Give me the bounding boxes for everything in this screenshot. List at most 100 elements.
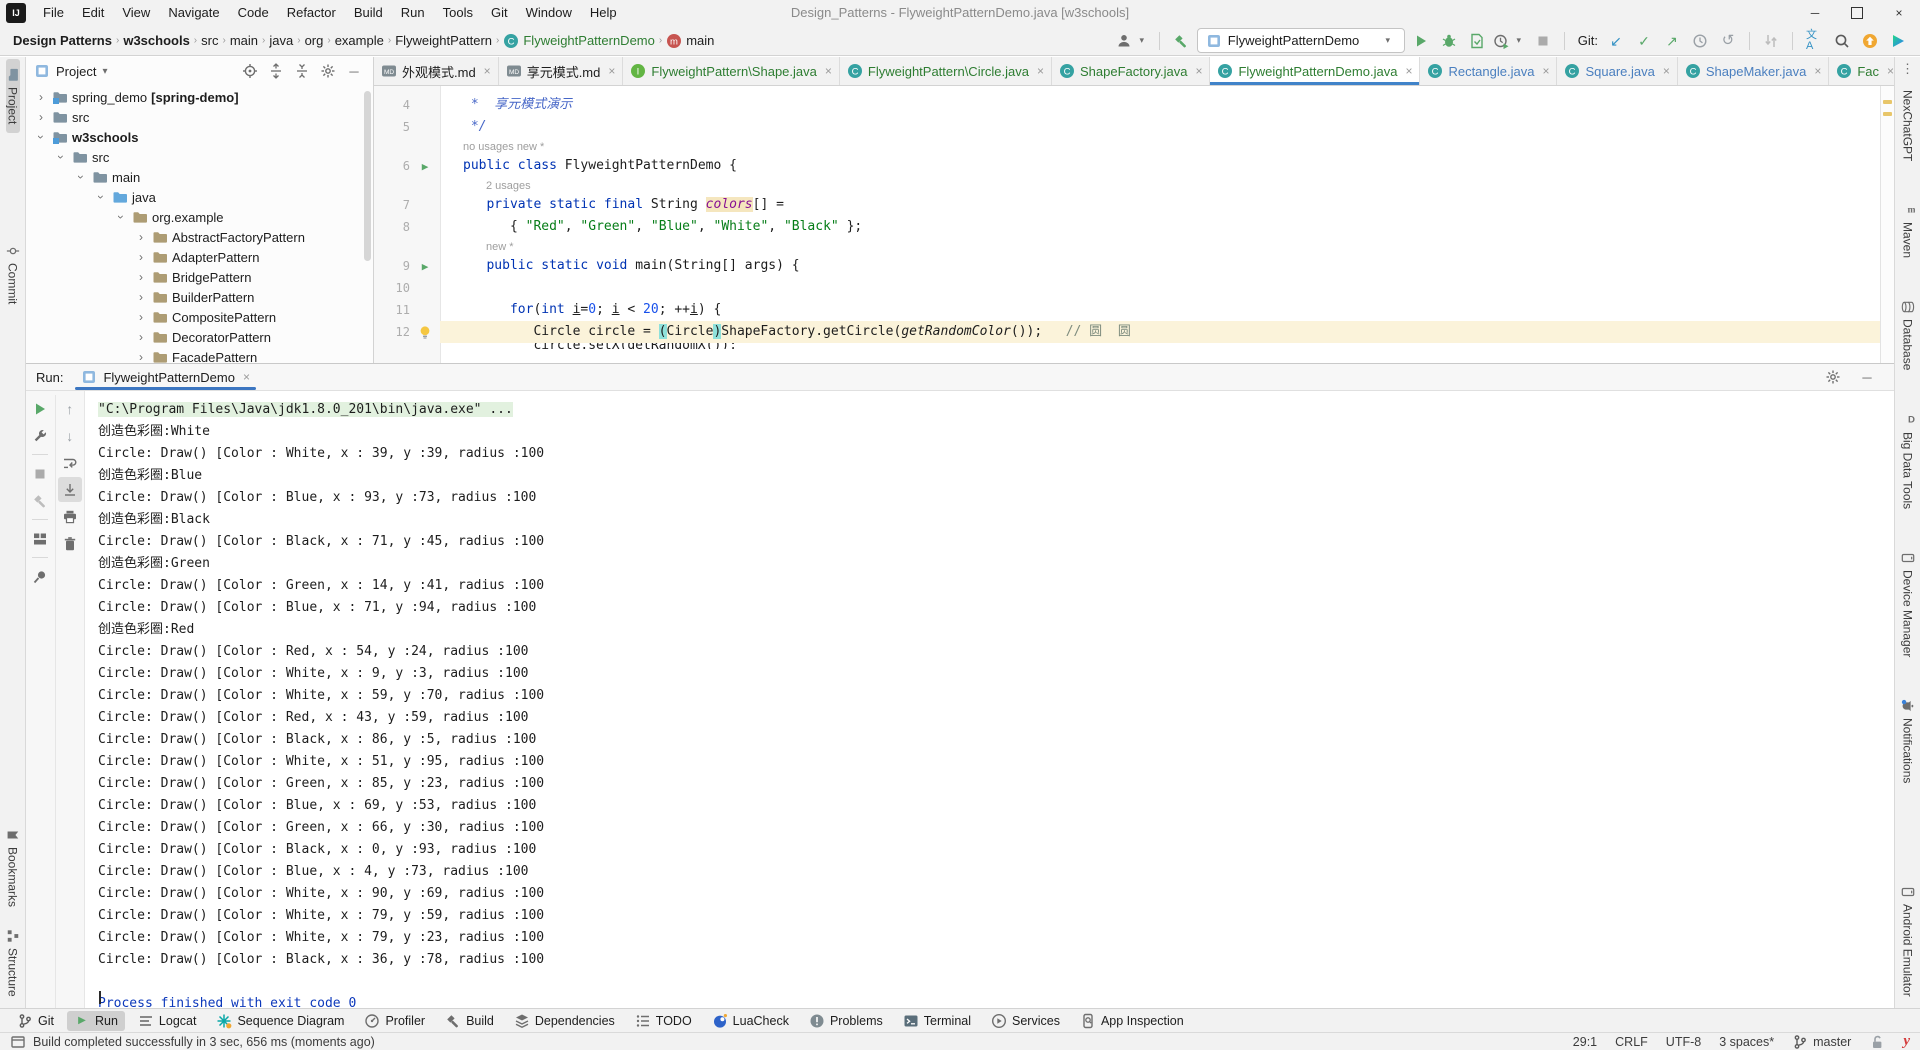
menu-tools[interactable]: Tools [434,0,482,26]
close-icon[interactable]: × [1037,64,1044,78]
run-settings-button[interactable] [1822,366,1844,388]
close-icon[interactable]: × [1542,64,1549,78]
status-widget-3-spaces-[interactable]: 3 spaces* [1719,1035,1774,1049]
code-editor[interactable]: 4 * 享元模式演示 5 */no usages new * 6 ▶ public cl… [374,86,1894,363]
scroll-to-end-button[interactable] [57,477,82,502]
panel-settings-button[interactable] [317,60,339,82]
search-everywhere-button[interactable] [1830,29,1854,53]
warning-mark[interactable] [1883,100,1892,104]
tool-window-button-sequence-diagram[interactable]: Sequence Diagram [209,1011,351,1031]
editor-tab[interactable]: C ShapeMaker.java × [1678,57,1830,85]
ide-update-button[interactable] [1858,29,1882,53]
chevron-right-icon[interactable]: › [34,91,48,103]
edit-configuration-button[interactable] [28,423,52,448]
git-rollback-button[interactable]: ↺ [1716,29,1740,53]
chevron-right-icon[interactable]: › [134,251,148,263]
tool-window-button-services[interactable]: Services [984,1011,1067,1031]
chevron-right-icon[interactable]: › [134,231,148,243]
tree-item-adapterpattern[interactable]: › AdapterPattern [26,247,373,267]
tree-item-org.example[interactable]: › org.example [26,207,373,227]
tool-window-button-profiler[interactable]: Profiler [357,1011,432,1031]
inlay-text[interactable]: 2 usages [440,180,531,192]
menu-navigate[interactable]: Navigate [159,0,228,26]
tool-stripe-structure[interactable]: Structure [6,920,20,1006]
editor-tab[interactable]: C FlyweightPatternDemo.java × [1210,57,1421,85]
scroll-down-button[interactable]: ↓ [58,423,82,448]
collapse-all-button[interactable] [291,60,313,82]
close-icon[interactable]: × [1405,64,1412,78]
tree-item-java[interactable]: › java [26,187,373,207]
chevron-down-icon[interactable]: › [74,170,88,184]
git-push-button[interactable]: ↗ [1660,29,1684,53]
chevron-right-icon[interactable]: › [34,111,48,123]
chevron-down-icon[interactable]: › [34,130,48,144]
run-configuration-tab[interactable]: FlyweightPatternDemo × [75,364,256,390]
close-icon[interactable]: × [484,64,491,78]
window-icon[interactable] [10,1034,26,1050]
soft-wrap-button[interactable] [58,450,82,475]
chevron-right-icon[interactable]: › [134,331,148,343]
breadcrumb-item[interactable]: org [302,33,327,48]
run-with-coverage-button[interactable] [1465,29,1489,53]
tool-stripe-bookmarks[interactable]: Bookmarks [6,819,20,916]
chevron-right-icon[interactable]: › [134,291,148,303]
clear-console-button[interactable] [58,531,82,556]
chevron-right-icon[interactable]: › [134,271,148,283]
tree-item-abstractfactorypattern[interactable]: › AbstractFactoryPattern [26,227,373,247]
status-widget-crlf[interactable]: CRLF [1615,1035,1648,1049]
inlay-text[interactable]: no usages new * [440,141,544,153]
tree-item-compositepattern[interactable]: › CompositePattern [26,307,373,327]
breadcrumb-item[interactable]: C FlyweightPatternDemo [500,33,658,49]
hide-panel-button[interactable]: ─ [343,60,365,82]
maximize-button[interactable] [1836,0,1878,26]
close-icon[interactable]: × [825,64,832,78]
chevron-down-icon[interactable]: › [54,150,68,164]
status-widget-master[interactable]: master [1792,1034,1851,1050]
run-button[interactable] [1409,29,1433,53]
menu-build[interactable]: Build [345,0,392,26]
breadcrumb-item[interactable]: example [332,33,387,48]
minimize-button[interactable]: ─ [1794,0,1836,26]
close-icon[interactable]: × [1663,64,1670,78]
breadcrumb-item[interactable]: w3schools [120,33,192,48]
breadcrumb-item[interactable]: m main [663,33,717,49]
chevron-down-icon[interactable]: › [114,210,128,224]
tool-stripe-nexchatgpt[interactable]: NexChatGPT [1901,81,1915,170]
tree-item-spring_demo[interactable]: › spring_demo [spring-demo] [26,87,373,107]
close-icon[interactable]: × [608,64,615,78]
tool-window-button-logcat[interactable]: Logcat [131,1011,204,1031]
menu-file[interactable]: File [34,0,73,26]
tree-item-src[interactable]: › src [26,147,373,167]
restart-build-button[interactable] [28,488,52,513]
tool-window-button-terminal[interactable]: Terminal [896,1011,978,1031]
layout-settings-button[interactable] [28,526,52,551]
close-icon[interactable]: × [1195,64,1202,78]
editor-error-stripe[interactable] [1880,86,1894,363]
sync-button[interactable] [1759,29,1783,53]
plugin-button[interactable] [1886,29,1910,53]
pin-tab-button[interactable] [28,564,52,589]
breadcrumb-item[interactable]: java [266,33,296,48]
status-widget-lock[interactable] [1869,1034,1885,1050]
tool-window-button-git[interactable]: Git [10,1011,61,1031]
debug-button[interactable] [1437,29,1461,53]
git-commit-button[interactable]: ✓ [1632,29,1656,53]
tool-stripe-android-emulator[interactable]: Android Emulator [1901,876,1915,1006]
warning-mark[interactable] [1883,112,1892,116]
tree-item-facadepattern[interactable]: › FacadePattern [26,347,373,364]
tree-scrollbar[interactable] [364,91,371,261]
expand-all-button[interactable] [265,60,287,82]
tree-item-src[interactable]: › src [26,107,373,127]
print-button[interactable] [58,504,82,529]
git-history-button[interactable] [1688,29,1712,53]
run-configuration-select[interactable]: FlyweightPatternDemo ▾ [1196,28,1405,53]
status-widget-29-1[interactable]: 29:1 [1573,1035,1597,1049]
breadcrumb-item[interactable]: main [227,33,261,48]
menu-view[interactable]: View [113,0,159,26]
chevron-right-icon[interactable]: › [134,351,148,363]
close-button[interactable]: × [1878,0,1920,26]
tool-window-button-app-inspection[interactable]: App Inspection [1073,1011,1191,1031]
stop-button[interactable] [1531,29,1555,53]
status-widget-utf-8[interactable]: UTF-8 [1666,1035,1701,1049]
tool-window-button-build[interactable]: Build [438,1011,501,1031]
